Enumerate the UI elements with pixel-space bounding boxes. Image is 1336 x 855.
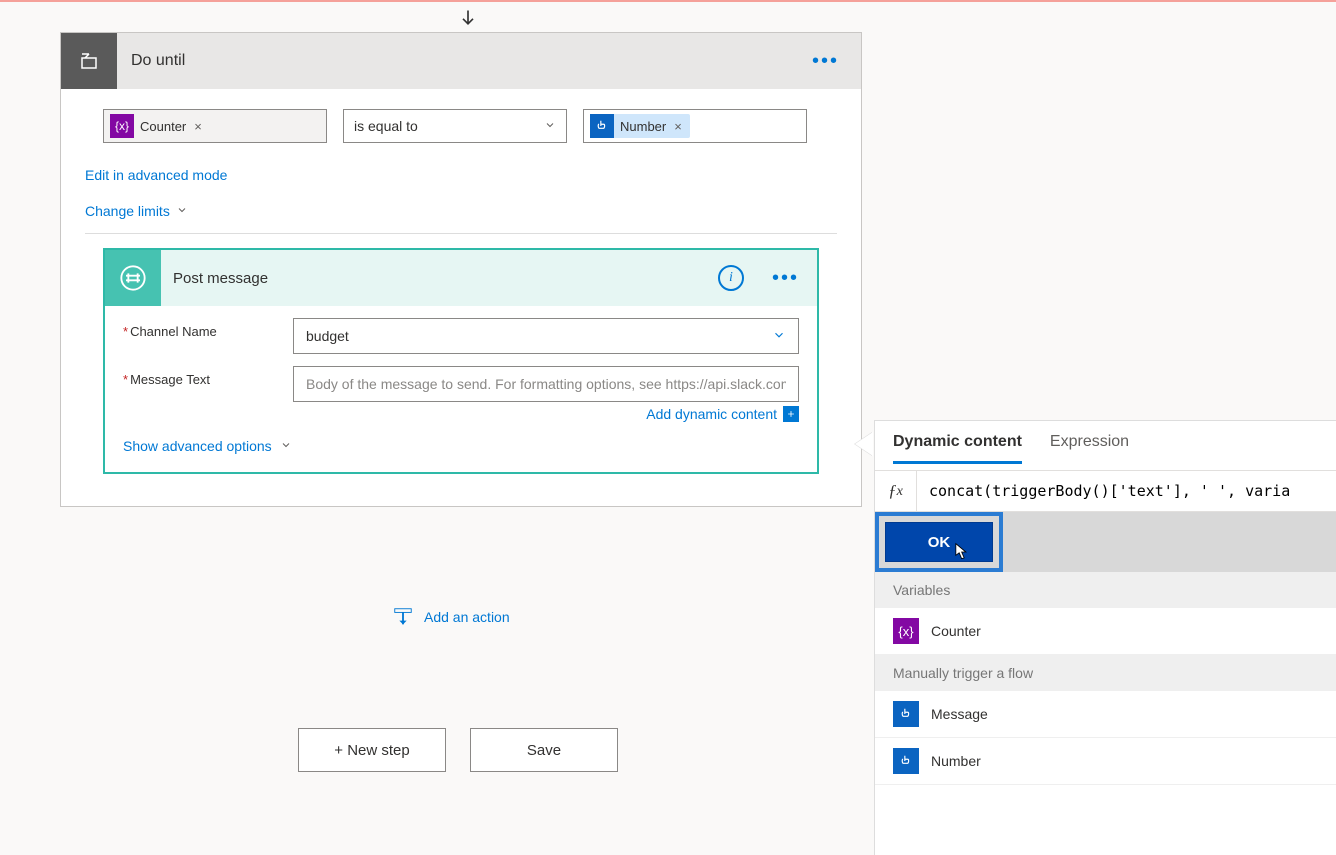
counter-token-label: Counter [140, 119, 186, 134]
do-until-header[interactable]: Do until ••• [61, 33, 861, 89]
post-message-title: Post message [161, 270, 718, 287]
cursor-pointer-icon [950, 541, 970, 567]
flyout-pointer [855, 432, 873, 456]
add-dynamic-content-link[interactable]: Add dynamic content [646, 406, 799, 422]
do-until-icon [61, 33, 117, 89]
add-an-action-button[interactable]: Add an action [392, 606, 510, 628]
condition-row: {x} Counter × is equal to Number × [61, 89, 861, 143]
do-until-card: Do until ••• {x} Counter × is equal to N… [60, 32, 862, 507]
section-variables: Variables [875, 572, 1336, 608]
operator-label: is equal to [354, 118, 418, 134]
dc-item-label: Message [931, 706, 988, 722]
section-manual-trigger: Manually trigger a flow [875, 655, 1336, 691]
save-button[interactable]: Save [470, 728, 618, 772]
channel-name-label: *Channel Name [123, 318, 293, 339]
condition-left-operand[interactable]: {x} Counter × [103, 109, 327, 143]
expression-input[interactable] [917, 471, 1336, 511]
expression-row: ƒx [875, 470, 1336, 512]
info-icon[interactable]: i [718, 265, 744, 291]
flyout-tabs: Dynamic content Expression [875, 421, 1336, 464]
chevron-down-icon [544, 118, 556, 134]
variable-icon: {x} [110, 114, 134, 138]
remove-token-icon[interactable]: × [672, 119, 684, 134]
chevron-down-icon [176, 203, 188, 219]
channel-name-select[interactable]: budget [293, 318, 799, 354]
variable-icon: {x} [893, 618, 919, 644]
post-message-menu-icon[interactable]: ••• [754, 267, 817, 290]
message-text-row: *Message Text [105, 354, 817, 402]
counter-token[interactable]: {x} Counter × [110, 114, 210, 138]
condition-operator[interactable]: is equal to [343, 109, 567, 143]
chevron-down-icon [280, 438, 292, 454]
flow-arrow-down-icon [458, 8, 478, 31]
number-token-label: Number [620, 119, 666, 134]
add-an-action-label: Add an action [424, 609, 510, 625]
show-advanced-label: Show advanced options [123, 438, 272, 454]
divider [85, 233, 837, 234]
dynamic-content-flyout: Dynamic content Expression ƒx OK Variabl… [874, 420, 1336, 855]
manual-trigger-icon [893, 748, 919, 774]
dc-item-counter[interactable]: {x} Counter [875, 608, 1336, 655]
message-text-label: *Message Text [123, 366, 293, 387]
change-limits-link[interactable]: Change limits [85, 193, 188, 229]
plus-icon [783, 406, 799, 422]
change-limits-label: Change limits [85, 203, 170, 219]
chevron-down-icon [772, 328, 786, 345]
post-message-card: Post message i ••• *Channel Name budget … [103, 248, 819, 474]
dc-item-number[interactable]: Number [875, 738, 1336, 785]
add-action-icon [392, 606, 414, 628]
condition-right-operand[interactable]: Number × [583, 109, 807, 143]
remove-token-icon[interactable]: × [192, 119, 204, 134]
footer-buttons: + New step Save [298, 728, 618, 772]
post-message-header[interactable]: Post message i ••• [105, 250, 817, 306]
new-step-button[interactable]: + New step [298, 728, 446, 772]
ok-highlight: OK [875, 512, 1003, 572]
show-advanced-options-link[interactable]: Show advanced options [105, 422, 310, 472]
channel-name-row: *Channel Name budget [105, 306, 817, 354]
tab-dynamic-content[interactable]: Dynamic content [893, 433, 1022, 464]
message-text-input[interactable] [293, 366, 799, 402]
dc-item-message[interactable]: Message [875, 691, 1336, 738]
ok-button[interactable]: OK [885, 522, 993, 562]
manual-trigger-icon [893, 701, 919, 727]
do-until-title: Do until [117, 52, 790, 70]
channel-name-value: budget [306, 328, 349, 344]
edit-advanced-mode-link[interactable]: Edit in advanced mode [85, 157, 837, 193]
dc-item-label: Counter [931, 623, 981, 639]
ok-label: OK [928, 534, 951, 551]
tab-expression[interactable]: Expression [1050, 433, 1129, 464]
slack-hash-icon [105, 250, 161, 306]
manual-trigger-icon [590, 114, 614, 138]
add-dynamic-content-label: Add dynamic content [646, 406, 777, 422]
number-token[interactable]: Number × [590, 114, 690, 138]
fx-icon: ƒx [875, 470, 917, 512]
dc-item-label: Number [931, 753, 981, 769]
do-until-menu-icon[interactable]: ••• [790, 50, 861, 73]
